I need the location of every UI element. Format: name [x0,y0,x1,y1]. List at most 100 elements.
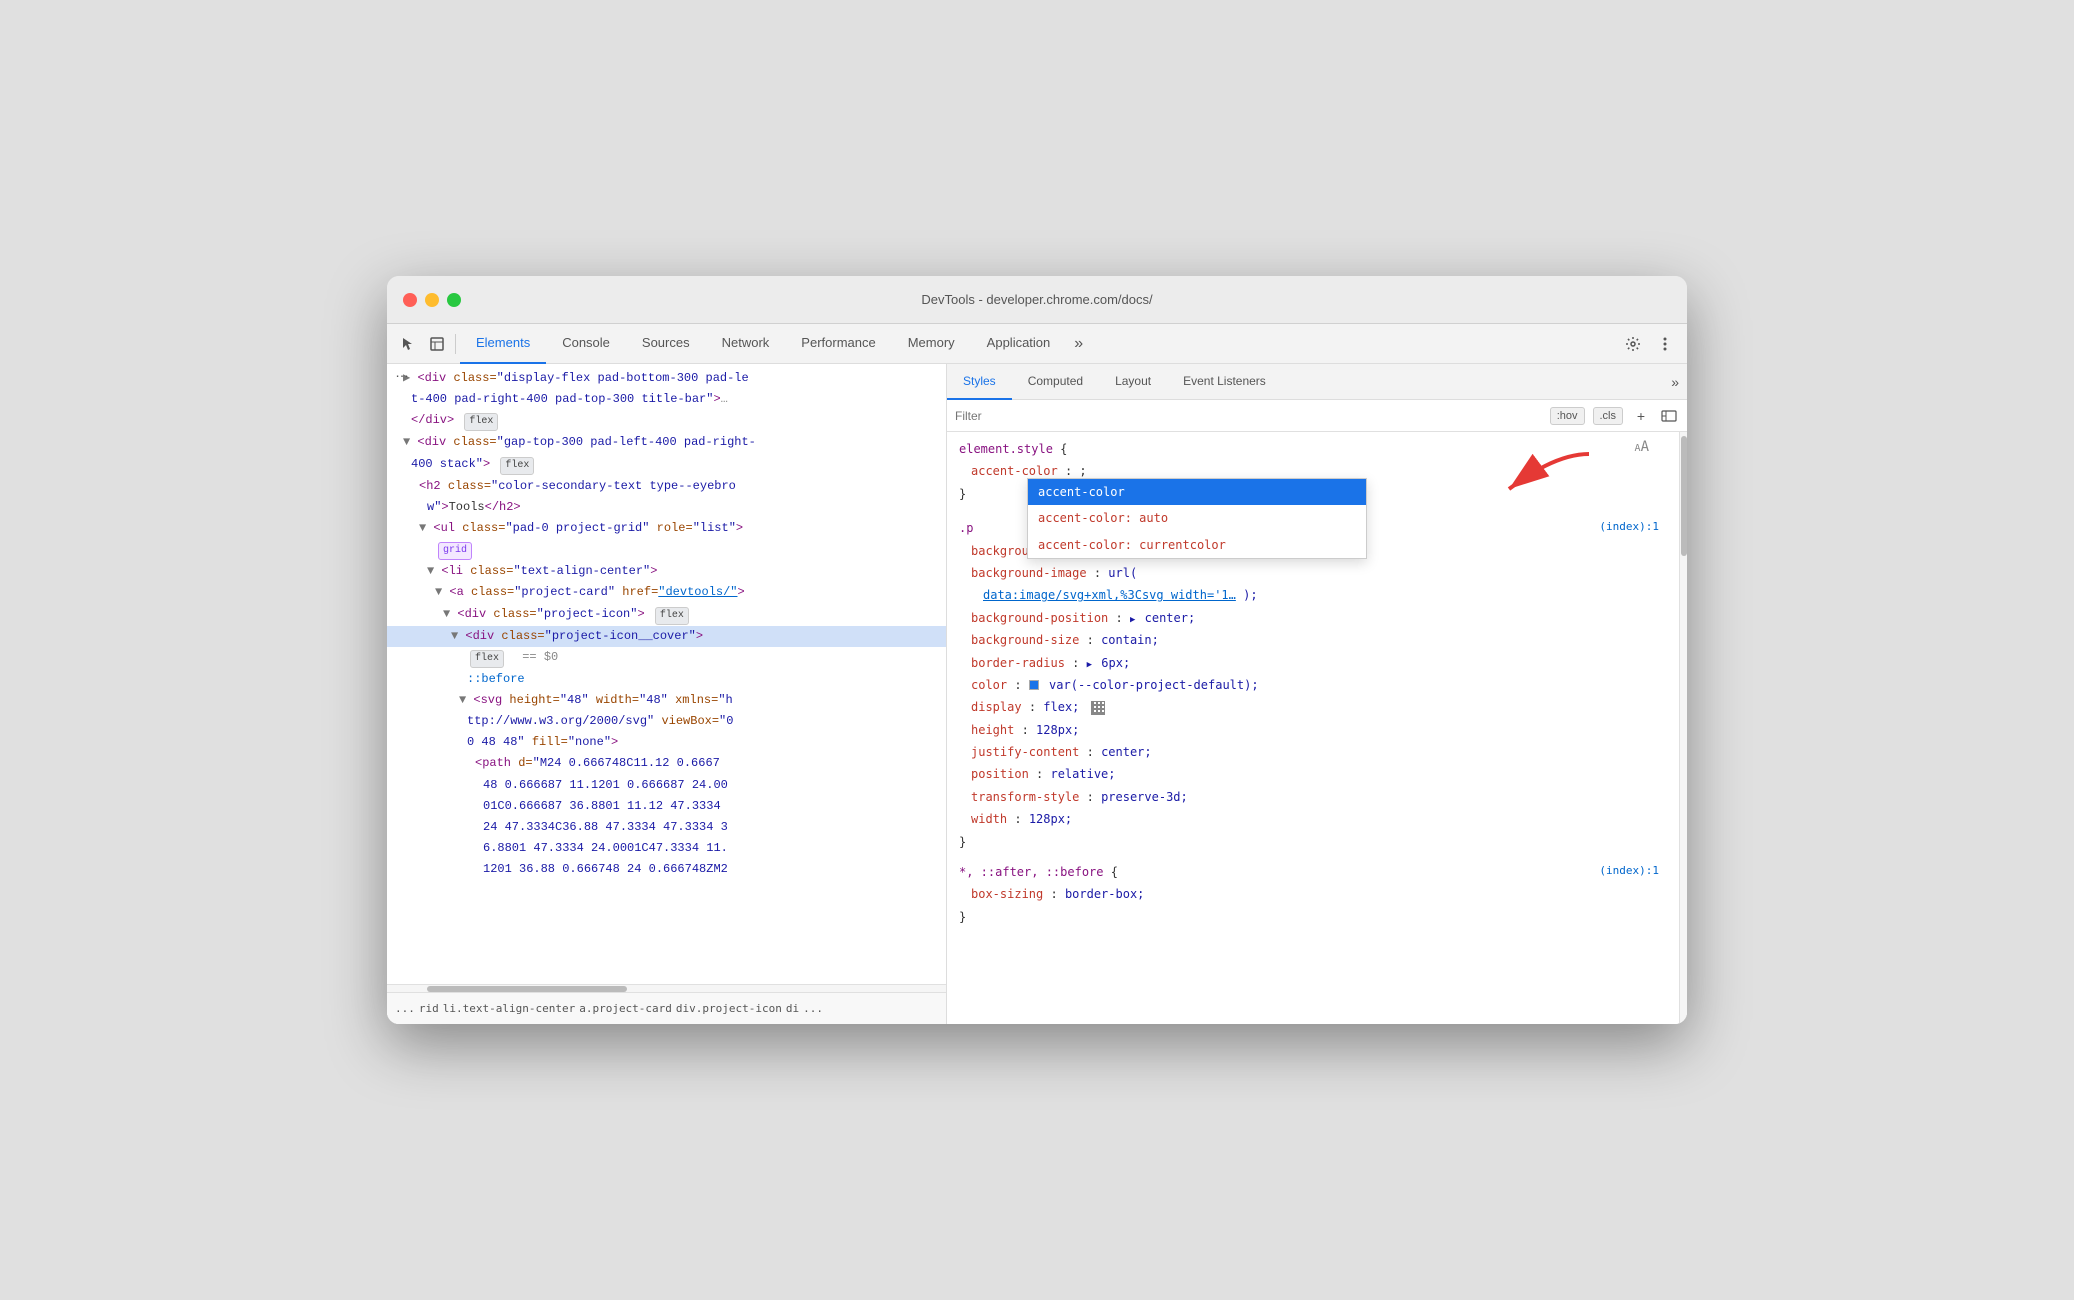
kebab-menu-icon[interactable] [1651,330,1679,358]
css-close-brace-line: } [947,831,1679,853]
breadcrumb-item[interactable]: rid [419,1002,439,1015]
css-selector: .p [959,521,973,535]
dom-line: 24 47.3334C36.88 47.3334 47.3334 3 [387,817,946,838]
more-style-tabs-button[interactable]: » [1663,364,1687,400]
more-tabs-button[interactable]: » [1066,324,1091,364]
dom-line-selected: ▼ <div class="project-icon__cover"> [387,626,946,647]
css-value: url( [1108,566,1137,580]
traffic-lights [403,293,461,307]
css-property: border-radius [971,656,1065,670]
dom-line: w">Tools</h2> [387,497,946,518]
breadcrumb-item[interactable]: div.project-icon [676,1002,782,1015]
css-selector-line: *, ::after, ::before { (index):1 [947,861,1679,883]
css-property-line[interactable]: justify-content : center; [947,741,1679,763]
css-property-line[interactable]: box-sizing : border-box; [947,883,1679,905]
breadcrumb-item[interactable]: li.text-align-center [443,1002,575,1015]
color-swatch[interactable] [1029,680,1039,690]
css-value: 128px; [1036,723,1079,737]
close-button[interactable] [403,293,417,307]
tab-console[interactable]: Console [546,324,626,364]
css-property: color [971,678,1007,692]
font-size-icon[interactable]: AA [1635,436,1649,460]
toolbar-right [1619,330,1679,358]
tab-memory[interactable]: Memory [892,324,971,364]
css-property-line[interactable]: width : 128px; [947,808,1679,830]
scrollbar-thumb [1681,436,1687,556]
css-rule-block-universal: *, ::after, ::before { (index):1 box-siz… [947,859,1679,930]
css-property: transform-style [971,790,1079,804]
tab-elements[interactable]: Elements [460,324,546,364]
css-property-line[interactable]: height : 128px; [947,719,1679,741]
cursor-icon[interactable] [395,330,423,358]
css-property: height [971,723,1014,737]
autocomplete-item[interactable]: accent-color: auto [1028,505,1366,531]
css-property-line[interactable]: border-radius : ▶ 6px; [947,652,1679,674]
devtools-window: DevTools - developer.chrome.com/docs/ E [387,276,1687,1024]
tab-computed[interactable]: Computed [1012,364,1099,400]
css-property-line[interactable]: background-position : ▶ center; [947,607,1679,629]
autocomplete-item[interactable]: accent-color [1028,479,1366,505]
css-rule-block: .p (index):1 background-color : currentC… [947,515,1679,855]
inspect-icon[interactable] [423,330,451,358]
tab-sources[interactable]: Sources [626,324,706,364]
css-property-line[interactable]: transform-style : preserve-3d; [947,786,1679,808]
tab-styles[interactable]: Styles [947,364,1012,400]
minimize-button[interactable] [425,293,439,307]
tab-layout[interactable]: Layout [1099,364,1167,400]
styles-tabs: Styles Computed Layout Event Listeners » [947,364,1687,400]
vertical-scrollbar[interactable] [1679,432,1687,1024]
main-tabs: Elements Console Sources Network Perform… [460,324,1619,364]
css-source[interactable]: (index):1 [1599,518,1659,537]
tab-application[interactable]: Application [971,324,1067,364]
cls-button[interactable]: .cls [1593,407,1624,425]
breadcrumb-item[interactable]: a.project-card [579,1002,672,1015]
dom-line: <h2 class="color-secondary-text type--ey… [387,476,946,497]
autocomplete-dropdown[interactable]: accent-color accent-color: auto accent-c… [1027,478,1367,559]
dom-line: 6.8801 47.3334 24.0001C47.3334 11. [387,838,946,859]
dom-scrollbar[interactable] [387,984,946,992]
css-property: position [971,767,1029,781]
dom-line: ::before [387,669,946,690]
dom-line: 400 stack"> flex [387,454,946,476]
breadcrumb-item[interactable]: ... [395,1002,415,1015]
dom-line: 48 0.666687 11.1201 0.666687 24.00 [387,775,946,796]
toggle-element-state-icon[interactable] [1659,406,1679,426]
css-value: contain; [1101,633,1159,647]
titlebar: DevTools - developer.chrome.com/docs/ [387,276,1687,324]
css-value: var(--color-project-default); [1049,678,1259,692]
css-value: 6px; [1101,656,1130,670]
css-property-line[interactable]: data:image/svg+xml,%3Csvg width='1… ); [947,584,1679,606]
settings-icon[interactable] [1619,330,1647,358]
css-property-line[interactable]: display : flex; [947,696,1679,718]
css-link[interactable]: data:image/svg+xml,%3Csvg width='1… [983,588,1236,602]
grid-display-icon [1091,701,1105,715]
css-property-line[interactable]: position : relative; [947,763,1679,785]
dom-line: <path d="M24 0.666748C11.12 0.6667 [387,753,946,774]
tab-network[interactable]: Network [706,324,786,364]
breadcrumb-item[interactable]: ... [803,1002,823,1015]
main-content: ▶ <div class="display-flex pad-bottom-30… [387,364,1687,1024]
css-property: background-position [971,611,1108,625]
css-property-line[interactable]: color : var(--color-project-default); [947,674,1679,696]
hov-button[interactable]: :hov [1550,407,1585,425]
css-value: center; [1101,745,1152,759]
autocomplete-item[interactable]: accent-color: currentcolor [1028,532,1366,558]
main-toolbar: Elements Console Sources Network Perform… [387,324,1687,364]
breadcrumb-item[interactable]: di [786,1002,799,1015]
dom-line: t-400 pad-right-400 pad-top-300 title-ba… [387,389,946,410]
css-property-line[interactable]: background-image : url( [947,562,1679,584]
css-property-line[interactable]: background-size : contain; [947,629,1679,651]
dom-line: </div> flex [387,410,946,432]
tab-event-listeners[interactable]: Event Listeners [1167,364,1282,400]
devtools-body: Elements Console Sources Network Perform… [387,324,1687,1024]
css-source[interactable]: (index):1 [1599,862,1659,881]
dom-tree[interactable]: ▶ <div class="display-flex pad-bottom-30… [387,364,946,984]
tab-performance[interactable]: Performance [785,324,891,364]
filter-input[interactable] [955,409,1542,423]
dom-scrollbar-thumb [427,986,627,992]
dom-line: ttp://www.w3.org/2000/svg" viewBox="0 [387,711,946,732]
maximize-button[interactable] [447,293,461,307]
add-style-rule-icon[interactable]: + [1631,406,1651,426]
more-options-button[interactable]: … [395,364,409,380]
dom-line: flex == $0 [387,647,946,669]
